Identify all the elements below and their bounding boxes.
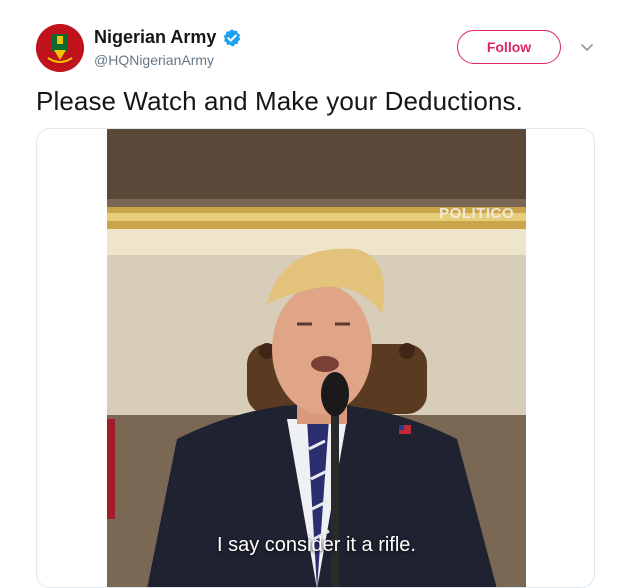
video-subtitle: I say consider it a rifle.: [217, 534, 416, 556]
display-name[interactable]: Nigerian Army: [94, 27, 216, 48]
video-frame: [107, 129, 526, 587]
follow-button[interactable]: Follow: [457, 30, 561, 64]
avatar[interactable]: [36, 24, 84, 72]
chevron-down-icon[interactable]: [578, 38, 596, 56]
account-name-row[interactable]: Nigerian Army: [94, 27, 242, 48]
video-watermark: POLITICO: [439, 205, 514, 222]
video-player[interactable]: POLITICO I say consider it a rifle.: [107, 129, 526, 587]
tweet-text: Please Watch and Make your Deductions.: [36, 86, 523, 116]
verified-badge-icon: [224, 28, 241, 46]
nigerian-army-crest-icon: [36, 24, 84, 72]
media-card[interactable]: POLITICO I say consider it a rifle.: [36, 128, 595, 588]
account-handle[interactable]: @HQNigerianArmy: [94, 52, 214, 68]
